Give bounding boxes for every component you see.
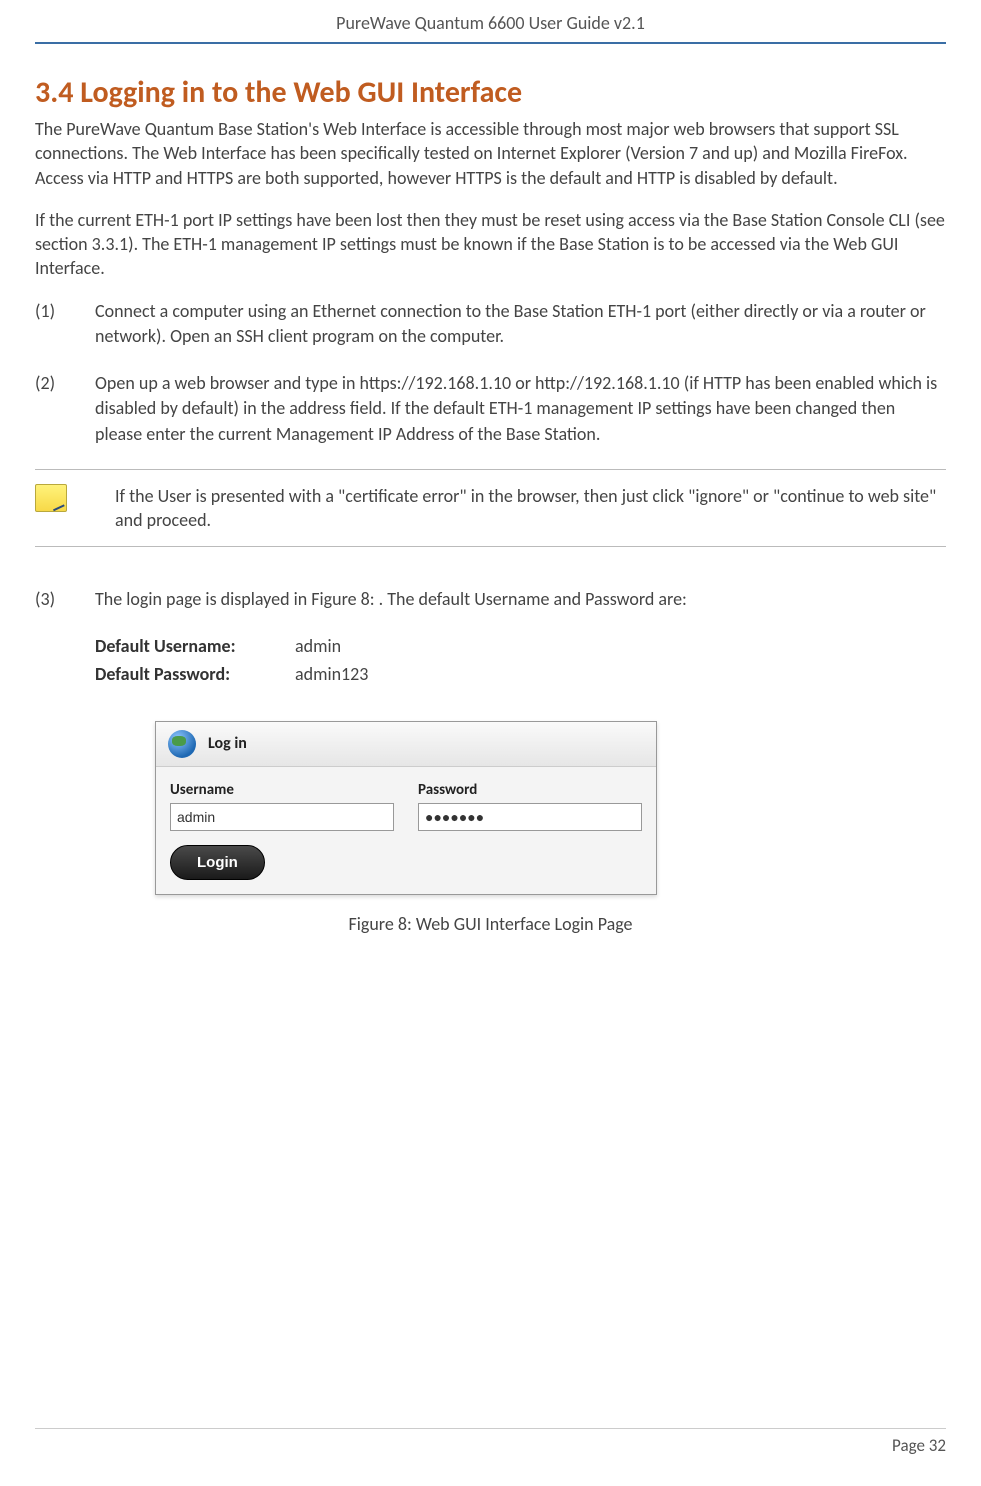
step-text: Open up a web browser and type in https:… bbox=[95, 371, 946, 447]
default-username-label: Default Username: bbox=[95, 635, 295, 657]
username-input[interactable] bbox=[170, 803, 394, 831]
default-username-value: admin bbox=[295, 635, 341, 657]
username-label: Username bbox=[170, 781, 394, 799]
paragraph-1: The PureWave Quantum Base Station's Web … bbox=[35, 117, 946, 190]
page-footer: Page 32 bbox=[35, 1428, 946, 1456]
step-3: (3) The login page is displayed in Figur… bbox=[35, 587, 946, 612]
step-text: The login page is displayed in Figure 8:… bbox=[95, 587, 687, 612]
password-input[interactable] bbox=[418, 803, 642, 831]
step-1: (1) Connect a computer using an Ethernet… bbox=[35, 299, 946, 349]
paragraph-2: If the current ETH-1 port IP settings ha… bbox=[35, 208, 946, 281]
step-number: (2) bbox=[35, 371, 95, 447]
step-2: (2) Open up a web browser and type in ht… bbox=[35, 371, 946, 447]
note-box: If the User is presented with a "certifi… bbox=[35, 469, 946, 548]
login-button[interactable]: Login bbox=[170, 845, 265, 880]
step-number: (1) bbox=[35, 299, 95, 349]
note-text: If the User is presented with a "certifi… bbox=[115, 484, 946, 533]
step-number: (3) bbox=[35, 587, 95, 612]
globe-icon bbox=[168, 730, 196, 758]
step-text: Connect a computer using an Ethernet con… bbox=[95, 299, 946, 349]
default-password-label: Default Password: bbox=[95, 663, 295, 685]
section-heading: 3.4 Logging in to the Web GUI Interface bbox=[35, 74, 946, 111]
login-title: Log in bbox=[208, 734, 247, 753]
credentials-table: Default Username: admin Default Password… bbox=[95, 635, 946, 685]
figure-caption: Figure 8: Web GUI Interface Login Page bbox=[35, 913, 946, 935]
login-widget: Log in Username Password Login bbox=[155, 721, 657, 895]
default-password-value: admin123 bbox=[295, 663, 368, 685]
section-number: 3.4 bbox=[35, 74, 73, 111]
password-label: Password bbox=[418, 781, 642, 799]
login-header: Log in bbox=[156, 722, 656, 767]
document-header: PureWave Quantum 6600 User Guide v2.1 bbox=[35, 0, 946, 44]
note-icon bbox=[35, 484, 67, 512]
section-title: Logging in to the Web GUI Interface bbox=[80, 74, 522, 111]
